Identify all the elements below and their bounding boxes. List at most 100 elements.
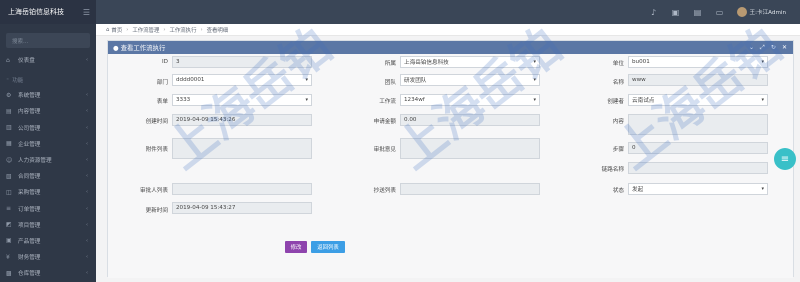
sidebar-item[interactable]: ◩ 项目管理 ‹: [0, 217, 96, 233]
hamburger-icon[interactable]: ☰: [83, 8, 90, 17]
form-body: ID 3 部门 dddd0001 表单 3333 创建时间 2019-04-09…: [108, 54, 793, 278]
company-label: 所属: [384, 61, 396, 67]
chevron-left-icon: ‹: [86, 140, 88, 147]
chevron-left-icon: ‹: [86, 205, 88, 212]
attach-label: 附件列表: [145, 147, 168, 153]
panel-header: ● 查看工作流执行 ⌄ ⤢ ↻ ✕: [108, 41, 793, 54]
cc-field[interactable]: [400, 183, 540, 195]
unit-select[interactable]: bu001: [628, 56, 768, 68]
gear-icon: ⚙: [6, 91, 12, 99]
opinion-field[interactable]: [400, 138, 540, 159]
lock-icon[interactable]: ▣: [669, 8, 683, 17]
sidebar-item-label: 人力资源管理: [18, 158, 52, 165]
chevron-left-icon: ‹: [86, 108, 88, 115]
creator-select[interactable]: 云南试点: [628, 94, 768, 106]
chevron-left-icon: ‹: [86, 254, 88, 261]
sidebar-search-input[interactable]: 搜索...: [6, 33, 90, 48]
briefcase-icon: ▦: [6, 140, 12, 148]
top-bar: 上海岳铂信息科技 ☰ ♪ ▣ ▤ ▭ 王:卡江Admin: [0, 0, 800, 24]
status-select[interactable]: 发起: [628, 183, 768, 195]
sidebar-item[interactable]: ≡ 订单管理 ‹: [0, 201, 96, 217]
project-icon: ◩: [6, 221, 12, 229]
step-label: 步骤: [612, 147, 624, 153]
brand: 上海岳铂信息科技 ☰: [0, 0, 96, 24]
doc-icon: ▤: [6, 107, 12, 115]
bell-icon[interactable]: ♪: [647, 8, 661, 17]
sidebar-item[interactable]: ▩ 仓库管理 ‹: [0, 265, 96, 281]
sidebar-item[interactable]: ▥ 公司管理 ‹: [0, 120, 96, 136]
workflow-select[interactable]: 1234wf: [400, 94, 540, 106]
sidebar-item[interactable]: ▧ 合同管理 ‹: [0, 168, 96, 184]
created-field[interactable]: 2019-04-09 15:43:26: [172, 114, 312, 126]
section-title: 功能: [12, 78, 24, 85]
sidebar-item-label: 订单管理: [18, 206, 41, 213]
updated-field[interactable]: 2019-04-09 15:43:27: [172, 202, 312, 214]
user-name[interactable]: 王:卡江Admin: [750, 8, 787, 16]
approver-label: 审批人列表: [140, 188, 168, 194]
step-field[interactable]: 0: [628, 142, 768, 154]
chevron-left-icon: ‹: [86, 237, 88, 244]
monitor-icon[interactable]: ▭: [713, 8, 727, 17]
box-icon: ▣: [6, 237, 12, 245]
unit-label: 单位: [612, 61, 624, 67]
sidebar-item[interactable]: ◫ 采购管理 ‹: [0, 184, 96, 200]
sidebar-item[interactable]: ▤ 内容管理 ‹: [0, 103, 96, 119]
workflow-label: 工作流: [379, 99, 396, 105]
detail-panel: ● 查看工作流执行 ⌄ ⤢ ↻ ✕ ID 3 部门 dddd0001 表单 33…: [107, 40, 794, 278]
breadcrumb-home[interactable]: 首页: [111, 26, 122, 34]
sidebar-item[interactable]: ⚙ 系统管理 ‹: [0, 87, 96, 103]
name-label: 名称: [612, 80, 624, 86]
content-field[interactable]: [628, 114, 768, 135]
amount-field[interactable]: 0.00: [400, 114, 540, 126]
sidebar-item-label: 企业管理: [18, 141, 41, 148]
expand-icon[interactable]: ⤢: [760, 44, 765, 51]
chevron-left-icon: ‹: [86, 221, 88, 228]
step-name-field[interactable]: [628, 162, 768, 174]
avatar[interactable]: [736, 7, 747, 17]
amount-label: 申请金额: [373, 119, 396, 125]
sidebar-item[interactable]: ▦ 企业管理 ‹: [0, 136, 96, 152]
info-icon: ●: [113, 44, 119, 52]
contract-icon: ▧: [6, 172, 12, 180]
sector-label: 部门: [156, 80, 168, 86]
close-icon[interactable]: ✕: [782, 44, 787, 51]
refresh-icon[interactable]: ↻: [771, 44, 776, 51]
chevron-left-icon: ‹: [86, 92, 88, 99]
back-to-list-button[interactable]: 返回列表: [311, 241, 345, 253]
edit-button[interactable]: 修改: [285, 241, 307, 253]
circle-icon: ◦: [6, 77, 10, 84]
building-icon: ▥: [6, 124, 12, 132]
print-icon[interactable]: ▤: [691, 8, 705, 17]
sector-select[interactable]: dddd0001: [172, 74, 312, 86]
updated-label: 更新时间: [145, 208, 168, 214]
breadcrumb-item[interactable]: 工作流执行: [170, 26, 197, 34]
company-select[interactable]: 上海岳铂信息科技: [400, 56, 540, 68]
approver-field[interactable]: [172, 183, 312, 195]
header: ♪ ▣ ▤ ▭ 王:卡江Admin: [96, 0, 800, 24]
team-select[interactable]: 研发团队: [400, 74, 540, 86]
menu-circle-icon[interactable]: ≡: [774, 148, 796, 170]
name-field[interactable]: www: [628, 74, 768, 86]
sidebar-item-label: 财务管理: [18, 255, 41, 262]
panel-tools: ⌄ ⤢ ↻ ✕: [745, 43, 787, 52]
form-label: 表单: [156, 99, 168, 105]
breadcrumb-item: 查看明细: [206, 27, 229, 34]
collapse-icon[interactable]: ⌄: [749, 44, 754, 51]
sidebar-item-dashboard[interactable]: ⌂ 仪表盘 ‹: [0, 52, 96, 68]
sidebar: 搜索... ⌂ 仪表盘 ‹ ◦ 功能 ⚙ 系统管理 ‹ ▤ 内容管理 ‹ ▥ 公司管理 ‹ ▦ 企业…: [0, 24, 96, 282]
cart-icon: ◫: [6, 188, 12, 196]
panel-title-text: 查看工作流执行: [120, 44, 166, 52]
sidebar-item-label: 采购管理: [18, 190, 41, 197]
home-icon: ⌂: [106, 26, 110, 33]
breadcrumb-item[interactable]: 工作流管理: [132, 26, 159, 34]
sidebar-section-label: ◦ 功能: [0, 68, 96, 87]
chevron-left-icon: ‹: [86, 157, 88, 164]
attach-field[interactable]: [172, 138, 312, 159]
id-field[interactable]: 3: [172, 56, 312, 68]
sidebar-item[interactable]: ☺ 人力资源管理 ‹: [0, 152, 96, 168]
sidebar-item[interactable]: ▣ 产品管理 ‹: [0, 233, 96, 249]
chevron-left-icon: ‹: [86, 270, 88, 277]
form-select[interactable]: 3333: [172, 94, 312, 106]
sidebar-item[interactable]: ¥ 财务管理 ‹: [0, 249, 96, 265]
breadcrumb-separator: ›: [163, 26, 166, 33]
